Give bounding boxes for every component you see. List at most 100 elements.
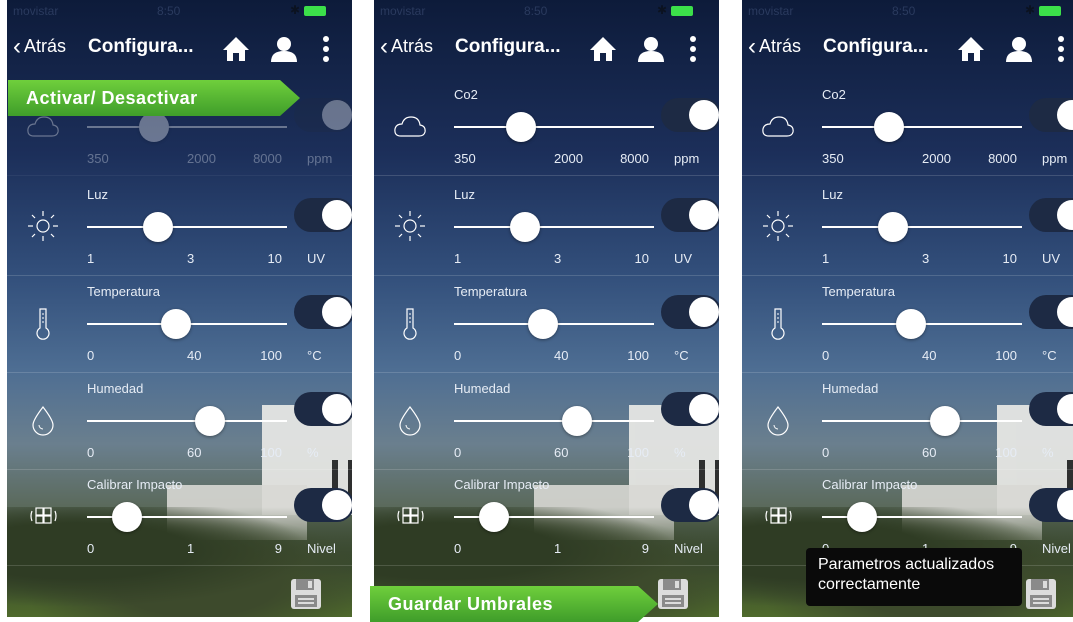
back-button[interactable]: ‹ Atrás <box>748 32 802 60</box>
home-icon[interactable] <box>956 34 986 64</box>
slider-thumb[interactable] <box>528 309 558 339</box>
slider-thumb[interactable] <box>562 406 592 436</box>
enable-toggle[interactable] <box>294 392 352 426</box>
slider-thumb[interactable] <box>506 112 536 142</box>
tick-max: 8000 <box>620 151 649 166</box>
slider-thumb[interactable] <box>139 112 169 142</box>
enable-toggle[interactable] <box>661 198 719 232</box>
tick-max: 100 <box>627 348 649 363</box>
tick-mid: 2000 <box>187 151 216 166</box>
tick-mid: 40 <box>187 348 202 363</box>
tick-max: 10 <box>634 251 649 266</box>
save-icon[interactable] <box>290 578 322 610</box>
user-icon[interactable] <box>269 34 299 64</box>
more-icon[interactable] <box>686 34 700 64</box>
back-button[interactable]: ‹ Atrás <box>13 32 66 60</box>
cloud-icon <box>762 116 794 137</box>
slider-track[interactable] <box>822 420 1022 422</box>
tick-mid: 1 <box>187 541 195 556</box>
tick-max: 10 <box>1002 251 1017 266</box>
nav-bar: ‹ Atrás Configura... <box>742 22 1073 72</box>
tick-max: 8000 <box>253 151 282 166</box>
home-icon[interactable] <box>588 34 618 64</box>
slider-thumb[interactable] <box>896 309 926 339</box>
slider-thumb[interactable] <box>195 406 225 436</box>
tick-max: 10 <box>267 251 282 266</box>
impact-icon-wrap <box>25 498 61 534</box>
enable-toggle[interactable] <box>1029 392 1073 426</box>
slider-track[interactable] <box>87 126 287 128</box>
tick-min: 0 <box>822 348 830 363</box>
setting-label: Humedad <box>454 381 511 396</box>
enable-toggle[interactable] <box>661 488 719 522</box>
enable-toggle[interactable] <box>1029 488 1073 522</box>
tick-mid: 2000 <box>922 151 951 166</box>
setting-label: Calibrar Impacto <box>822 477 918 492</box>
slider-thumb[interactable] <box>878 212 908 242</box>
slider-track[interactable] <box>822 226 1022 228</box>
status-bar: movistar 8:50 ✱ <box>7 0 352 22</box>
clock-label: 8:50 <box>524 4 548 18</box>
setting-row-temp: Temperatura 0 40 100 °C <box>374 275 719 373</box>
slider-thumb[interactable] <box>161 309 191 339</box>
enable-toggle[interactable] <box>661 295 719 329</box>
enable-toggle[interactable] <box>661 392 719 426</box>
save-icon[interactable] <box>1025 578 1057 610</box>
tick-max: 100 <box>260 445 282 460</box>
slider-thumb[interactable] <box>510 212 540 242</box>
tick-mid: 3 <box>554 251 562 266</box>
setting-row-impact: Calibrar Impacto 0 1 9 Nivel <box>7 468 352 566</box>
unit-label: °C <box>674 348 689 363</box>
bluetooth-icon: ✱ <box>290 3 301 17</box>
slider-thumb[interactable] <box>112 502 142 532</box>
back-chevron-icon: ‹ <box>748 32 756 60</box>
battery-icon <box>304 6 326 16</box>
more-icon[interactable] <box>1054 34 1068 64</box>
slider-track[interactable] <box>454 126 654 128</box>
enable-toggle[interactable] <box>1029 198 1073 232</box>
drop-icon <box>767 406 789 436</box>
save-icon[interactable] <box>657 578 689 610</box>
enable-toggle[interactable] <box>294 198 352 232</box>
slider-track[interactable] <box>454 226 654 228</box>
toggle-knob <box>1057 297 1073 327</box>
toggle-knob <box>689 394 719 424</box>
toast-line-2: correctamente <box>818 576 921 593</box>
setting-label: Co2 <box>822 87 846 102</box>
back-chevron-icon: ‹ <box>13 32 21 60</box>
back-label: Atrás <box>759 36 802 56</box>
slider-thumb[interactable] <box>143 212 173 242</box>
tick-mid: 3 <box>922 251 930 266</box>
slider-thumb[interactable] <box>874 112 904 142</box>
back-button[interactable]: ‹ Atrás <box>380 34 433 58</box>
slider-track[interactable] <box>454 420 654 422</box>
thermometer-icon <box>36 308 50 340</box>
slider-track[interactable] <box>87 420 287 422</box>
toggle-knob <box>1057 394 1073 424</box>
unit-label: % <box>1042 445 1054 460</box>
enable-toggle[interactable] <box>661 98 719 132</box>
user-icon[interactable] <box>636 34 666 64</box>
setting-row-temp: Temperatura 0 40 100 °C <box>742 275 1073 373</box>
setting-label: Calibrar Impacto <box>454 477 550 492</box>
tick-min: 0 <box>454 348 462 363</box>
enable-toggle[interactable] <box>294 488 352 522</box>
status-bar: movistar 8:50 ✱ <box>742 0 1073 22</box>
enable-toggle[interactable] <box>294 295 352 329</box>
more-icon[interactable] <box>319 34 333 64</box>
home-icon[interactable] <box>221 34 251 64</box>
enable-toggle[interactable] <box>1029 98 1073 132</box>
temp-icon-wrap <box>392 305 428 341</box>
enable-toggle[interactable] <box>294 98 352 132</box>
bluetooth-icon: ✱ <box>1025 3 1036 17</box>
user-icon[interactable] <box>1004 34 1034 64</box>
luz-icon-wrap <box>25 208 61 244</box>
slider-track[interactable] <box>822 126 1022 128</box>
unit-label: ppm <box>674 151 700 166</box>
slider-thumb[interactable] <box>930 406 960 436</box>
slider-track[interactable] <box>87 226 287 228</box>
slider-thumb[interactable] <box>479 502 509 532</box>
slider-thumb[interactable] <box>847 502 877 532</box>
enable-toggle[interactable] <box>1029 295 1073 329</box>
cloud-icon <box>394 116 426 137</box>
